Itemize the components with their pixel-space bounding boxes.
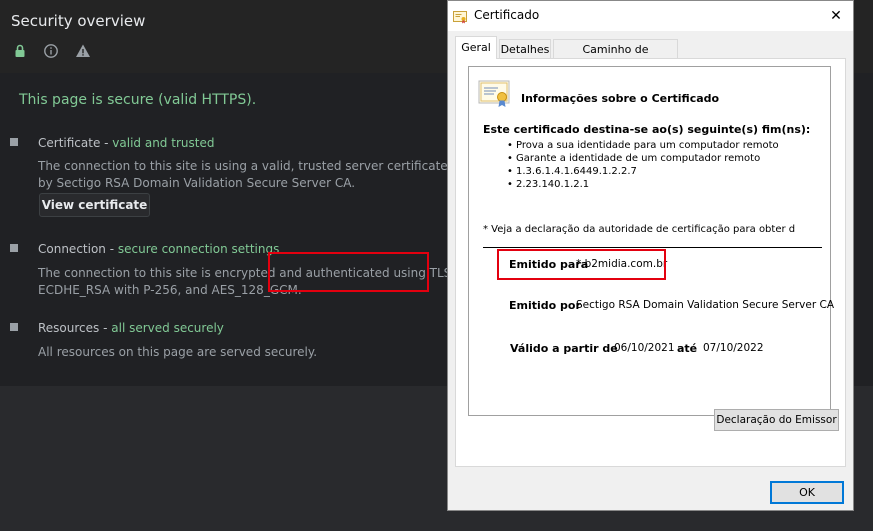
certificate-description: The connection to this site is using a v… [38, 159, 490, 190]
issuer-statement-button[interactable]: Declaração do Emissor [714, 409, 839, 431]
tab-geral[interactable]: Geral [455, 36, 497, 59]
certificate-icon [453, 9, 467, 28]
connection-status: secure connection settings [117, 242, 280, 256]
issued-by-value: Sectigo RSA Domain Validation Secure Ser… [576, 299, 835, 311]
divider [483, 247, 822, 248]
lock-icon[interactable] [11, 42, 29, 60]
certificate-info-title: Informações sobre o Certificado [521, 92, 720, 105]
issued-by-label: Emitido por [509, 299, 581, 312]
page-title: Security overview [11, 12, 146, 30]
connection-section-title: Connection - secure connection settings [38, 242, 280, 256]
certificate-section-title: Certificate - valid and trusted [38, 136, 215, 150]
section-bullet [10, 138, 18, 146]
purpose-title: Este certificado destina-se ao(s) seguin… [483, 123, 811, 136]
purpose-item: Prova a sua identidade para um computado… [507, 140, 779, 151]
ok-button[interactable]: OK [770, 481, 844, 504]
section-bullet [10, 323, 18, 331]
resources-status: all served securely [111, 321, 224, 335]
ca-statement-note: * Veja a declaração da autoridade de cer… [483, 224, 796, 235]
purpose-item: 1.3.6.1.4.1.6449.1.2.2.7 [507, 166, 637, 177]
valid-from-label: Válido a partir de [510, 342, 618, 355]
resources-description: All resources on this page are served se… [38, 345, 318, 359]
tab-detalhes[interactable]: Detalhes [499, 39, 551, 59]
security-summary: This page is secure (valid HTTPS). [19, 92, 257, 108]
tab-caminho-certificacao[interactable]: Caminho de Certificação [553, 39, 678, 76]
warning-icon[interactable] [74, 42, 92, 60]
resources-section-title: Resources - all served securely [38, 321, 224, 335]
certificate-large-icon [478, 79, 512, 113]
purpose-item: Garante a identidade de um computador re… [507, 153, 760, 164]
highlight-box [268, 252, 429, 292]
close-icon[interactable]: ✕ [824, 4, 848, 28]
highlight-box [497, 249, 666, 280]
dialog-title: Certificado [474, 8, 540, 22]
view-certificate-button[interactable]: View certificate [39, 193, 150, 217]
dialog-titlebar[interactable]: Certificado ✕ [448, 1, 853, 31]
certificate-info-box [468, 66, 831, 416]
valid-from-value: 06/10/2021 [614, 342, 675, 354]
certificate-status: valid and trusted [112, 136, 215, 150]
purpose-item: 2.23.140.1.2.1 [507, 179, 589, 190]
valid-to-value: 07/10/2022 [703, 342, 764, 354]
section-bullet [10, 244, 18, 252]
valid-to-label: até [677, 342, 698, 355]
info-icon[interactable] [42, 42, 60, 60]
